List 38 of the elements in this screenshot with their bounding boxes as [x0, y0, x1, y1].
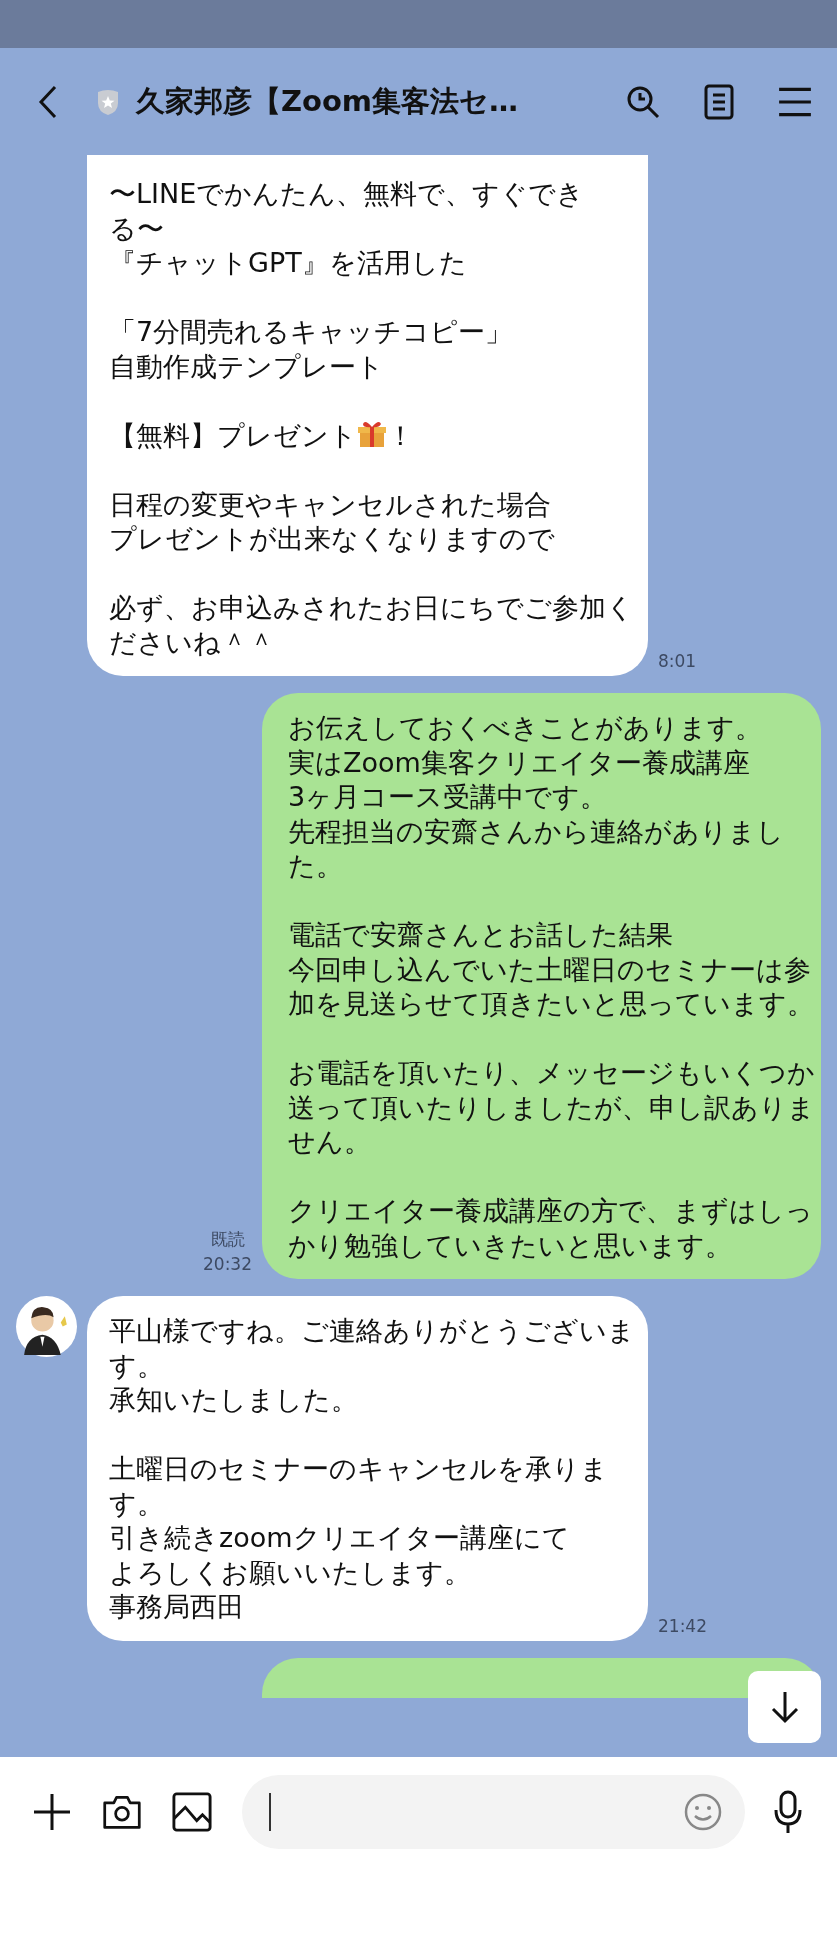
message-time: 21:42: [658, 1614, 707, 1638]
chat-title: 久家邦彦【Zoom集客法セ…: [136, 82, 520, 120]
message-text: 電話で安齋さんとお話した結果: [288, 918, 674, 952]
message-text: 引き続きzoomクリエイター講座にて: [109, 1521, 571, 1555]
plus-icon[interactable]: [32, 1792, 72, 1832]
message-text: 事務局西田: [109, 1590, 245, 1624]
message-text: 自動作成テンプレート: [109, 349, 385, 384]
message-text: 実はZoom集客クリエイター養成講座: [288, 745, 751, 780]
message-text: お電話を頂いたり、メッセージもいくつか送って頂いたりしましたが、申し訳ありません。: [288, 1056, 816, 1159]
text-cursor: [269, 1793, 271, 1831]
back-icon[interactable]: [38, 84, 58, 119]
scroll-down-button[interactable]: [748, 1671, 821, 1743]
avatar[interactable]: [16, 1296, 77, 1357]
message-text: 承知いたしました。: [109, 1383, 359, 1417]
message-time: 8:01: [658, 650, 697, 673]
message-text: プレゼントが出来なくなりますので: [109, 522, 556, 556]
message-text: 3ヶ月コース受講中です。: [288, 780, 609, 814]
message-text: クリエイター養成講座の方で、まずはしっかり勉強していきたいと思います。: [288, 1194, 814, 1263]
message-text: 今回申し込んでいた土曜日のセミナーは参加を見送らせて頂きたいと思っています。: [288, 952, 815, 1021]
message-text: 日程の変更やキャンセルされた場合: [109, 487, 552, 522]
message-text: 〜LINEでかんたん、無料で、すぐできる〜: [109, 177, 586, 246]
message-time: 20:32: [203, 1253, 252, 1276]
smiley-icon[interactable]: [683, 1792, 723, 1832]
message-text: ！: [387, 419, 414, 451]
image-icon[interactable]: [172, 1792, 212, 1832]
down-arrow-icon: [769, 1690, 800, 1724]
microphone-icon[interactable]: [773, 1790, 803, 1834]
message-text: 必ず、お申込みされたお日にちでご参加くださいね＾＾: [109, 591, 635, 660]
shield-icon: [96, 87, 120, 116]
message-text: 「7分間売れるキャッチコピー」: [109, 315, 514, 349]
message-text: よろしくお願いいたします。: [109, 1555, 472, 1590]
message-text: 平山様ですね。ご連絡ありがとうございます。: [109, 1314, 636, 1383]
message-text: 『チャットGPT』を活用した: [109, 246, 468, 280]
message-text: お伝えしておくべきことがあります。: [288, 711, 763, 745]
message-text: 土曜日のセミナーのキャンセルを承ります。: [109, 1452, 609, 1521]
message-text: 先程担当の安齋さんから連絡がありました。: [288, 814, 785, 883]
message-text: 【無料】プレゼント: [109, 419, 357, 451]
read-receipt: 既読: [210, 1228, 245, 1251]
